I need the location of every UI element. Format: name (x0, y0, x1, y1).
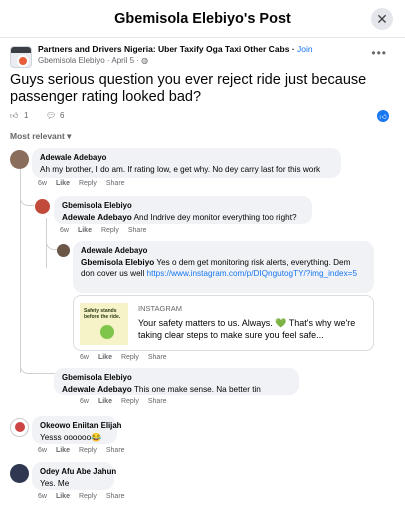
comment-bubble: Odey Afu Abe Jahun Yes. Me (32, 462, 116, 490)
mention-link[interactable]: Adewale Adebayo (62, 385, 132, 394)
comment-bubble: Adewale Adebayo Gbemisola Elebiyo Yes o … (73, 241, 374, 293)
like-button[interactable]: Like (98, 354, 112, 361)
post-header: Partners and Drivers Nigeria: Uber Taxif… (10, 44, 395, 70)
share-button[interactable]: Share (148, 398, 167, 405)
comment-bubble: Adewale Adebayo Ah my brother, I do am. … (32, 148, 341, 178)
comment-author[interactable]: Adewale Adebayo (81, 246, 366, 255)
group-avatar[interactable] (10, 46, 32, 68)
comment-text: Ah my brother, I do am. If rating low, e… (40, 165, 321, 174)
avatar[interactable] (35, 199, 50, 214)
dialog-title: Gbemisola Elebiyo's Post (114, 11, 291, 27)
reaction-bar: 👍︎ 1 💬︎ 6 👍︎ (10, 110, 395, 124)
instagram-link[interactable]: https://www.instagram.com/p/DIQngutogTY/… (147, 269, 357, 278)
comment-actions: 6w Like Reply Share (80, 398, 176, 405)
join-group-link[interactable]: Join (297, 44, 313, 54)
avatar[interactable] (57, 244, 70, 257)
comment-author[interactable]: Okeowo Eniitan Elijah (40, 421, 121, 430)
close-icon: ✕ (376, 10, 388, 27)
comment-time[interactable]: 6w (60, 227, 69, 234)
like-reaction-icon[interactable]: 👍︎ (377, 110, 389, 122)
post-dialog-header: Gbemisola Elebiyo's Post ✕ (0, 0, 405, 38)
comment-actions: 6w Like Reply Share (38, 180, 134, 187)
comment-text: Adewale Adebayo And Indrive dey monitor … (62, 213, 297, 222)
comment-author[interactable]: Odey Afu Abe Jahun (40, 467, 116, 476)
like-count: 1 (24, 111, 29, 120)
close-button[interactable]: ✕ (371, 8, 393, 30)
thumbs-up-icon[interactable]: 👍︎ (10, 111, 18, 121)
like-button[interactable]: Like (78, 227, 92, 234)
reply-button[interactable]: Reply (121, 354, 139, 361)
reply-button[interactable]: Reply (121, 398, 139, 405)
comment-text: Gbemisola Elebiyo Yes o dem get monitori… (81, 258, 358, 278)
comment-actions: 6w Like Reply Share (80, 354, 176, 361)
comment-icon[interactable]: 💬︎ (46, 111, 56, 120)
more-options-icon[interactable]: ••• (371, 46, 387, 60)
thread-connector (20, 198, 34, 206)
author-line: Gbemisola Elebiyo · April 5 · ◍ (38, 56, 148, 65)
like-button[interactable]: Like (56, 447, 70, 454)
hand-icon (100, 325, 114, 339)
thread-connector (20, 362, 56, 374)
share-button[interactable]: Share (106, 447, 125, 454)
comment-text: Yesss oooooo😂 (40, 433, 102, 442)
comment-bubble: Gbemisola Elebiyo Adewale Adebayo This o… (54, 368, 299, 395)
comment-author[interactable]: Adewale Adebayo (40, 153, 333, 162)
comment-actions: 6w Like Reply Share (38, 493, 134, 500)
group-name-link[interactable]: Partners and Drivers Nigeria: Uber Taxif… (38, 44, 289, 54)
reply-button[interactable]: Reply (79, 180, 97, 187)
mention-link[interactable]: Adewale Adebayo (62, 213, 132, 222)
comment-text: Adewale Adebayo This one make sense. Na … (62, 385, 261, 394)
comment-time[interactable]: 6w (38, 493, 47, 500)
comment-time[interactable]: 6w (80, 354, 89, 361)
mention-link[interactable]: Gbemisola Elebiyo (81, 258, 154, 267)
like-button[interactable]: Like (98, 398, 112, 405)
share-button[interactable]: Share (148, 354, 167, 361)
privacy-globe-icon: ◍ (141, 56, 149, 65)
avatar[interactable] (10, 464, 29, 483)
comment-author[interactable]: Gbemisola Elebiyo (62, 201, 304, 210)
share-button[interactable]: Share (128, 227, 147, 234)
reply-button[interactable]: Reply (79, 447, 97, 454)
link-thumbnail: Safety stands before the ride. (80, 303, 128, 345)
group-name-line: Partners and Drivers Nigeria: Uber Taxif… (38, 44, 313, 54)
comment-count: 6 (60, 111, 65, 120)
comment-actions: 6w Like Reply Share (60, 227, 156, 234)
avatar[interactable] (10, 418, 29, 437)
link-preview-card[interactable]: Safety stands before the ride. INSTAGRAM… (73, 295, 374, 351)
like-button[interactable]: Like (56, 180, 70, 187)
share-button[interactable]: Share (106, 493, 125, 500)
comment-actions: 6w Like Reply Share (38, 447, 134, 454)
comment-bubble: Okeowo Eniitan Elijah Yesss oooooo😂 (32, 416, 121, 444)
comment-sort-dropdown[interactable]: Most relevant ▾ (10, 131, 71, 142)
comment-time[interactable]: 6w (38, 447, 47, 454)
avatar[interactable] (10, 150, 29, 169)
like-button[interactable]: Like (56, 493, 70, 500)
reply-button[interactable]: Reply (79, 493, 97, 500)
post-text: Guys serious question you ever reject ri… (10, 72, 367, 105)
share-button[interactable]: Share (106, 180, 125, 187)
link-source: INSTAGRAM (138, 304, 183, 313)
comment-text: Yes. Me (40, 479, 70, 488)
comment-bubble: Gbemisola Elebiyo Adewale Adebayo And In… (54, 196, 312, 224)
comment-time[interactable]: 6w (38, 180, 47, 187)
reply-button[interactable]: Reply (101, 227, 119, 234)
link-title: Your safety matters to us. Always. 💚 Tha… (138, 318, 356, 340)
comment-author[interactable]: Gbemisola Elebiyo (62, 373, 291, 382)
comment-time[interactable]: 6w (80, 398, 89, 405)
author-date[interactable]: Gbemisola Elebiyo · April 5 · (38, 56, 141, 65)
